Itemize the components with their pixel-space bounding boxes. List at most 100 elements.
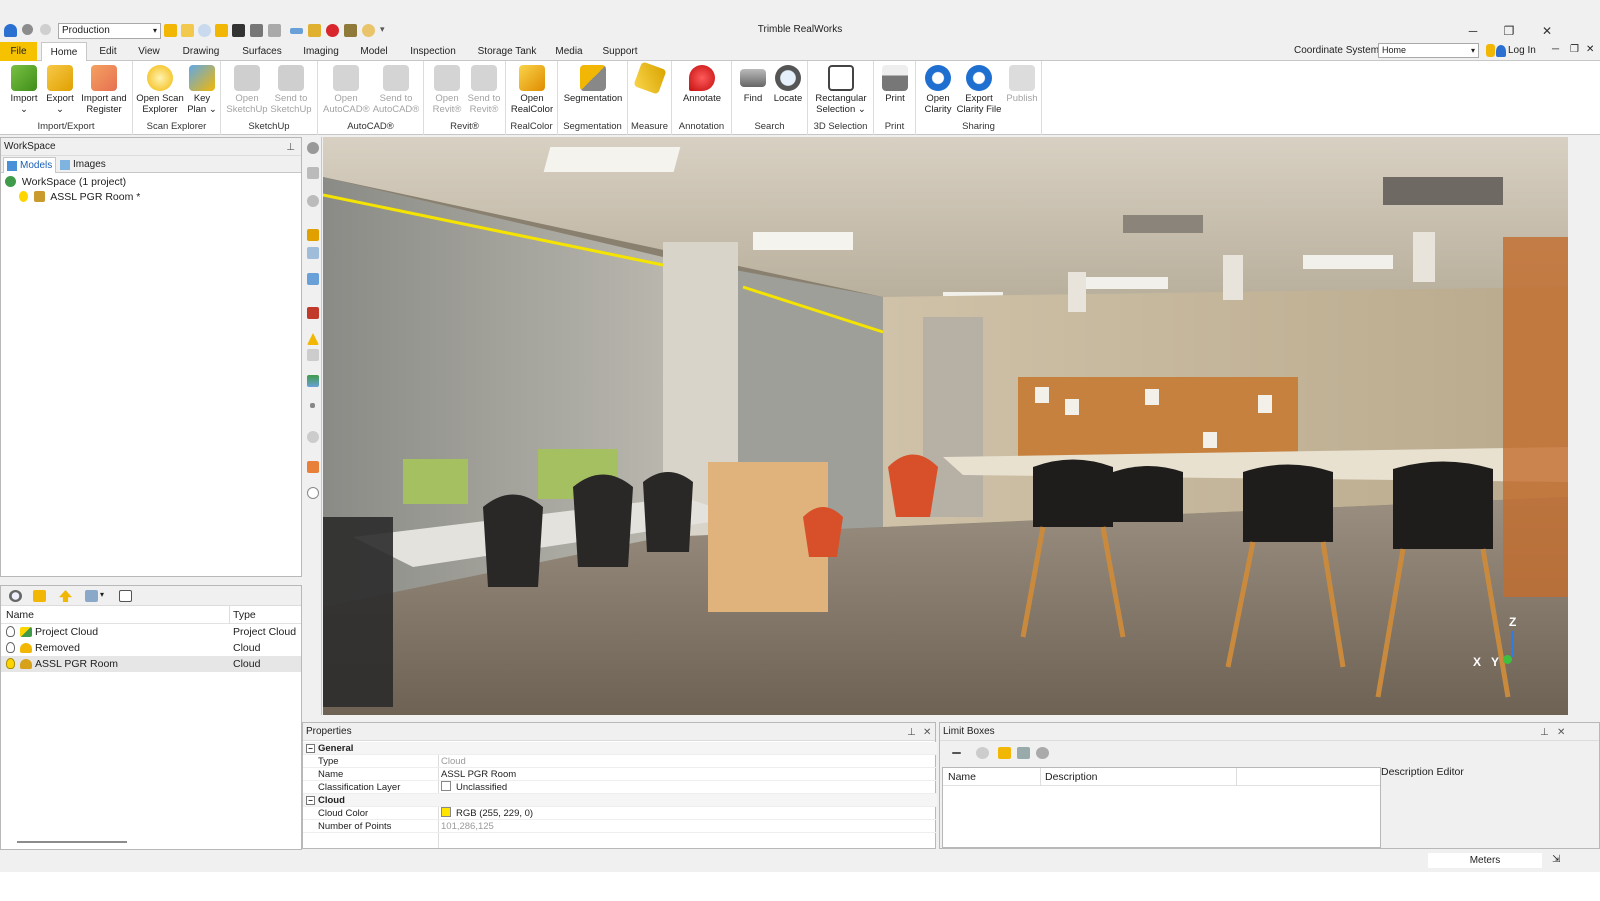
collapse-icon[interactable]: − <box>306 796 315 805</box>
tab-storage-tank[interactable]: Storage Tank <box>473 42 541 61</box>
limit-boxes-table[interactable]: Name Description <box>942 767 1381 848</box>
open-project-icon[interactable] <box>181 24 194 37</box>
undo-icon[interactable] <box>22 24 33 35</box>
minimize-icon[interactable]: ─ <box>1458 22 1488 40</box>
edit-pencil-icon[interactable] <box>344 24 357 37</box>
sphere-icon[interactable] <box>307 487 319 499</box>
horizontal-scrollbar[interactable] <box>17 841 127 843</box>
ribbon-close-icon[interactable]: ✕ <box>1586 44 1594 55</box>
profile-select[interactable]: Production ▾ <box>58 23 161 39</box>
render-icon[interactable] <box>307 307 319 319</box>
cloud-display-icon[interactable] <box>307 431 319 443</box>
warning-icon[interactable] <box>307 333 319 345</box>
redo-icon[interactable] <box>40 24 51 35</box>
folder-icon[interactable] <box>215 24 228 37</box>
locate-button[interactable]: Locate <box>770 65 806 104</box>
visibility-bulb-icon[interactable] <box>6 626 15 637</box>
eye-dome-icon[interactable] <box>307 461 319 473</box>
ribbon-minimize-icon[interactable]: ─ <box>1552 44 1559 55</box>
property-category-cloud[interactable]: − Cloud <box>303 794 937 807</box>
pin-icon[interactable]: ⊥ <box>286 139 295 157</box>
column-divider[interactable] <box>229 606 230 624</box>
measure-tool-icon[interactable] <box>290 28 303 34</box>
tab-imaging[interactable]: Imaging <box>298 42 344 61</box>
clipboard-icon[interactable] <box>268 24 281 37</box>
units-indicator[interactable]: Meters <box>1428 853 1542 868</box>
zoom-extents-icon[interactable] <box>307 247 319 259</box>
tab-inspection[interactable]: Inspection <box>404 42 462 61</box>
collapse-icon[interactable]: − <box>306 744 315 753</box>
search-icon[interactable] <box>9 590 22 602</box>
property-row[interactable]: Type Cloud <box>303 755 937 768</box>
table-view-icon[interactable] <box>85 590 98 602</box>
publish-button[interactable]: Publish <box>1004 65 1040 104</box>
list-item[interactable]: Removed Cloud <box>1 640 301 656</box>
color-scale-icon[interactable] <box>307 375 319 387</box>
open-autocad-button[interactable]: Open AutoCAD® <box>323 65 370 115</box>
restore-icon[interactable]: ❐ <box>1494 22 1524 40</box>
segmentation-button[interactable]: Segmentation <box>560 65 626 104</box>
column-description[interactable]: Description <box>1045 768 1098 786</box>
import-and-register-button[interactable]: Import and Register <box>78 65 130 115</box>
property-row[interactable]: Number of Points 101,286,125 <box>303 820 937 833</box>
tab-surfaces[interactable]: Surfaces <box>237 42 287 61</box>
remove-icon[interactable] <box>952 752 961 754</box>
tab-home[interactable]: Home <box>41 42 87 62</box>
open-folder-icon[interactable] <box>998 747 1011 759</box>
column-divider[interactable] <box>1040 768 1041 786</box>
open-scan-explorer-button[interactable]: Open Scan Explorer <box>136 65 184 115</box>
find-button[interactable]: Find <box>736 65 770 104</box>
list-item-selected[interactable]: ASSL PGR Room Cloud <box>1 656 301 672</box>
tab-media[interactable]: Media <box>551 42 587 61</box>
classification-value[interactable]: Unclassified <box>441 781 507 794</box>
settings-icon[interactable] <box>1036 747 1049 759</box>
new-folder-icon[interactable] <box>33 590 46 602</box>
property-row[interactable]: Name ASSL PGR Room <box>303 768 937 781</box>
tree-item-workspace[interactable]: WorkSpace (1 project) <box>5 175 126 190</box>
export-clarity-file-button[interactable]: Export Clarity File <box>954 65 1004 115</box>
navigation-icon[interactable] <box>307 142 319 154</box>
close-icon[interactable]: ✕ <box>923 724 931 742</box>
save-icon[interactable] <box>232 24 245 37</box>
no-entry-icon[interactable] <box>362 24 375 37</box>
key-plan-button[interactable]: Key Plan ⌄ <box>185 65 219 115</box>
list-item[interactable]: Project Cloud Project Cloud <box>1 624 301 640</box>
send-to-sketchup-button[interactable]: Send to SketchUp <box>269 65 313 115</box>
tab-model[interactable]: Model <box>355 42 393 61</box>
login-link[interactable]: Log In <box>1508 45 1536 56</box>
tab-view[interactable]: View <box>134 42 164 61</box>
open-realcolor-button[interactable]: Open RealColor <box>509 65 555 115</box>
tree-item-project[interactable]: ASSL PGR Room * <box>19 190 140 205</box>
point-size-icon[interactable] <box>310 403 315 408</box>
export-button[interactable]: Export ⌄ <box>40 65 80 115</box>
send-to-revit-button[interactable]: Send to Revit® <box>465 65 503 115</box>
column-name[interactable]: Name <box>6 606 34 624</box>
customize-toolbar-icon[interactable]: ▾ <box>380 24 385 35</box>
walk-icon[interactable] <box>307 229 319 241</box>
tab-images[interactable]: Images <box>57 157 109 173</box>
import-button[interactable]: Import ⌄ <box>4 65 44 115</box>
visibility-bulb-icon[interactable] <box>6 642 15 653</box>
cloud-color-value[interactable]: RGB (255, 229, 0) <box>441 807 533 820</box>
save-as-icon[interactable] <box>250 24 263 37</box>
close-icon[interactable]: ✕ <box>1532 22 1562 40</box>
pin-icon[interactable]: ⊥ <box>1540 724 1549 742</box>
export-folder-icon[interactable] <box>1017 747 1030 759</box>
property-row[interactable]: Cloud Color RGB (255, 229, 0) <box>303 807 937 820</box>
view-front-icon[interactable] <box>307 273 319 285</box>
resize-grip-icon[interactable]: ⇲ <box>1552 854 1560 865</box>
send-to-autocad-button[interactable]: Send to AutoCAD® <box>372 65 420 115</box>
pin-icon[interactable]: ⊥ <box>907 724 916 742</box>
open-folder-icon[interactable] <box>164 24 177 37</box>
ruler-icon[interactable] <box>308 24 321 37</box>
open-revit-button[interactable]: Open Revit® <box>429 65 465 115</box>
help-icon[interactable] <box>1486 44 1495 57</box>
orbit-icon[interactable] <box>307 195 319 207</box>
open-sketchup-button[interactable]: Open SketchUp <box>225 65 269 115</box>
property-category-general[interactable]: − General <box>303 742 937 755</box>
column-name[interactable]: Name <box>948 768 976 786</box>
move-up-icon[interactable] <box>59 590 72 602</box>
home-view-icon[interactable] <box>307 167 319 179</box>
tab-drawing[interactable]: Drawing <box>176 42 226 61</box>
open-clarity-button[interactable]: Open Clarity <box>920 65 956 115</box>
